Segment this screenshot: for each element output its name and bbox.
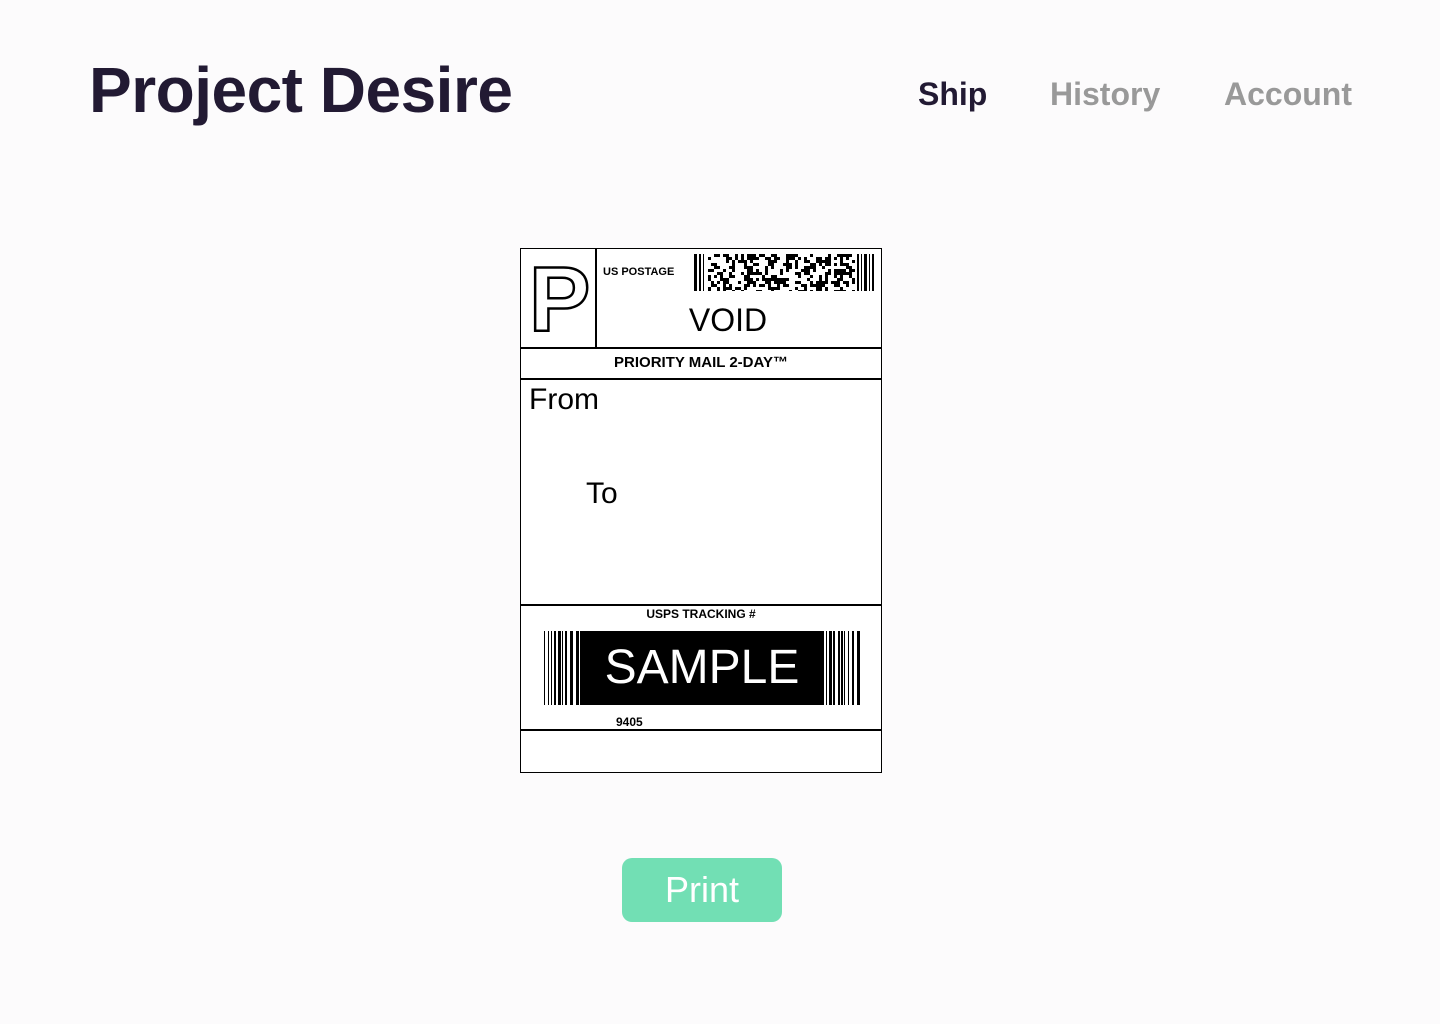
tracking-title: USPS TRACKING # (646, 607, 756, 621)
nav-history[interactable]: History (1050, 74, 1160, 114)
from-label: From (529, 383, 599, 416)
postage-2d-barcode-icon (694, 254, 874, 291)
print-button[interactable]: Print (622, 858, 782, 922)
service-type: PRIORITY MAIL 2-DAY™ (614, 354, 788, 371)
divider (521, 378, 881, 380)
postage-text: US POSTAGE (603, 266, 675, 278)
void-text: VOID (688, 302, 768, 338)
barcode-overlay: SAMPLE (581, 631, 823, 705)
priority-logo-icon: P (528, 249, 592, 351)
to-label: To (586, 477, 618, 510)
tracking-number: 9405 (616, 715, 643, 729)
divider (521, 729, 881, 731)
shipping-label-preview: P US POSTAGE VOID PRIORITY MAIL 2-DAY™ F… (520, 248, 882, 773)
divider (521, 604, 881, 606)
brand-title: Project Desire (89, 54, 513, 126)
nav-ship[interactable]: Ship (918, 74, 987, 114)
logo-divider (595, 249, 597, 347)
divider (521, 347, 881, 349)
nav-account[interactable]: Account (1224, 74, 1352, 114)
